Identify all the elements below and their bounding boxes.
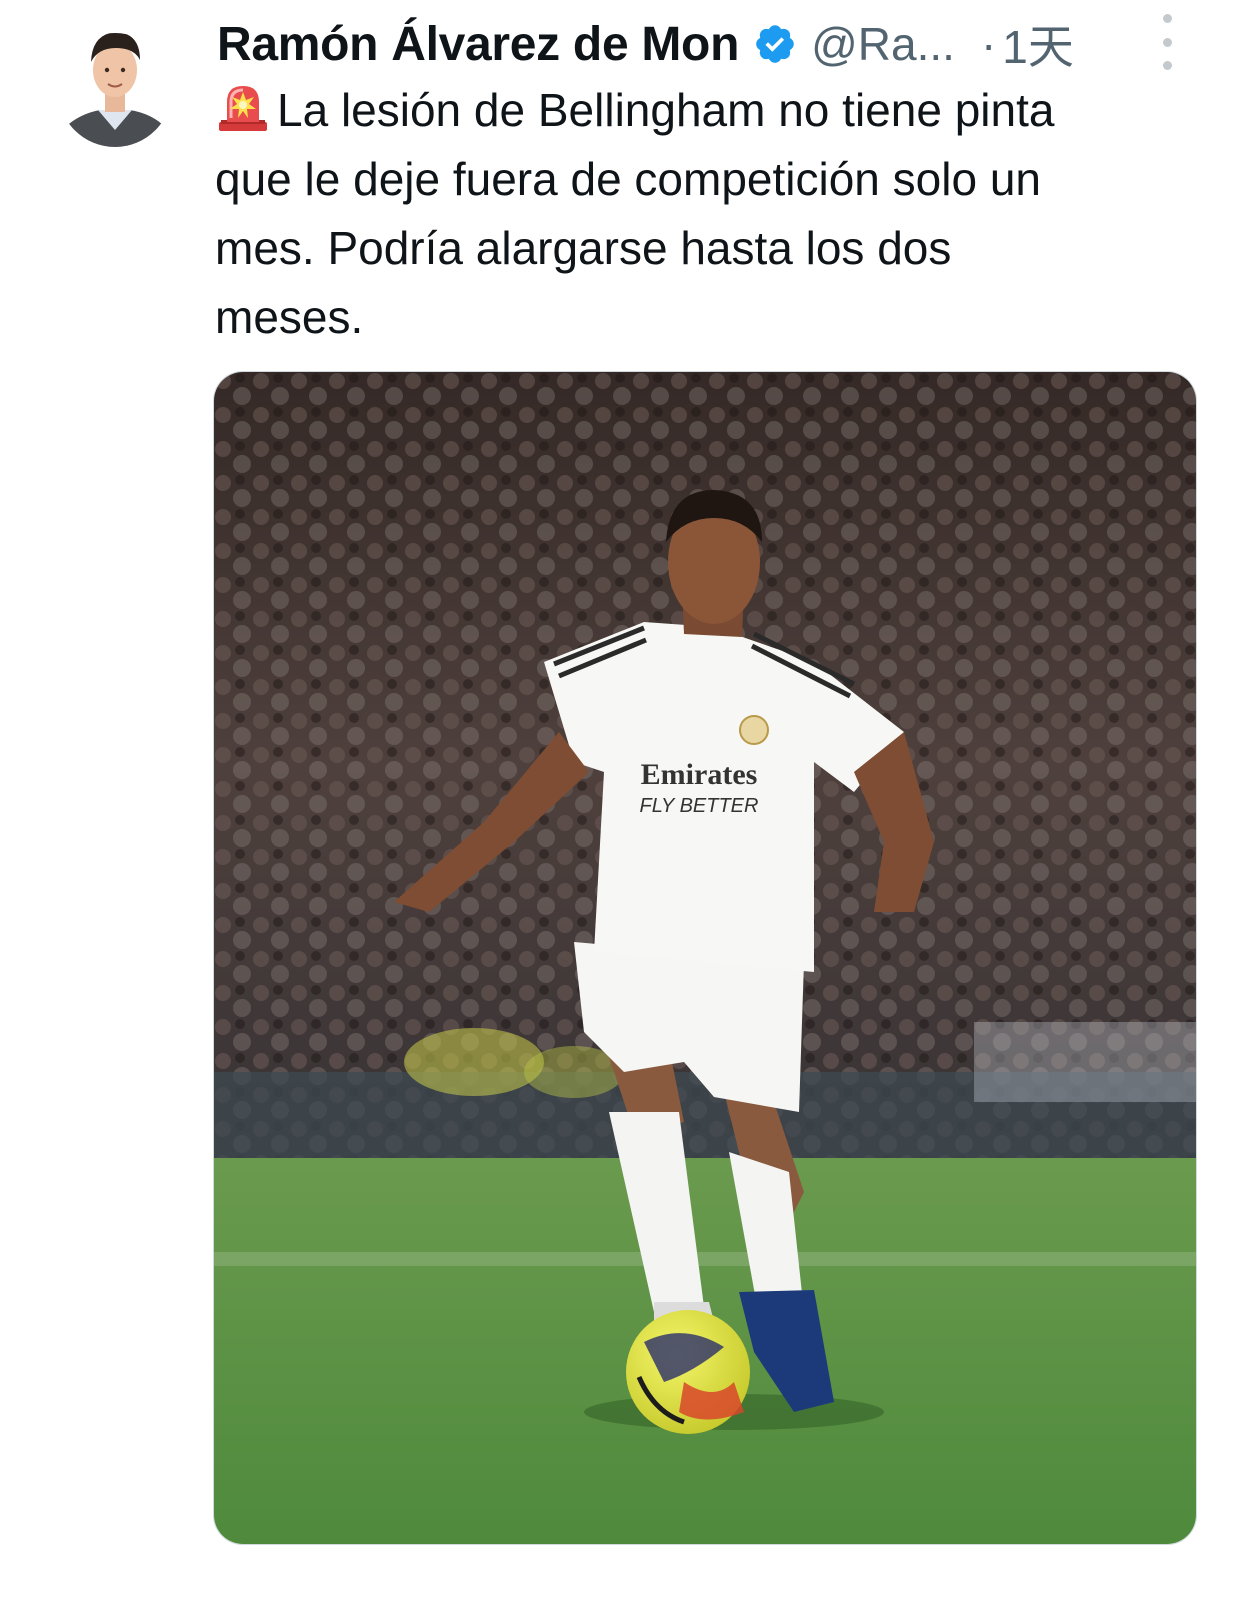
tweet-timestamp[interactable]: 1天 [1002,11,1074,77]
author-avatar[interactable] [58,18,172,156]
tweet-text-line-2: que le deje fuera de competición solo un [215,153,1042,205]
more-vertical-icon[interactable] [1150,14,1184,70]
siren-emoji-icon [215,78,271,134]
football [626,1310,750,1434]
tweet-text: La lesión de Bellingham no tiene pinta q… [215,76,1205,352]
tweet-text-line-1: La lesión de Bellingham no tiene pinta [215,76,1205,145]
tweet-header: Ramón Álvarez de Mon @Ra... · 1天 [217,12,1197,76]
author-display-name[interactable]: Ramón Álvarez de Mon [217,17,739,72]
tweet-text-line-1-content: La lesión de Bellingham no tiene pinta [277,84,1055,136]
header-separator: · [980,18,997,70]
author-handle[interactable]: @Ra... [811,17,955,71]
svg-text:Emirates: Emirates [641,758,758,791]
svg-text:FLY BETTER: FLY BETTER [640,795,759,817]
tweet-text-line-4: meses. [215,291,364,343]
tweet[interactable]: Ramón Álvarez de Mon @Ra... · 1天 La lesi… [0,0,1238,1599]
verified-badge-icon [753,22,797,66]
tweet-text-line-3: mes. Podría alargarse hasta los dos [215,222,952,274]
tweet-photo[interactable]: Emirates FLY BETTER [213,371,1197,1545]
